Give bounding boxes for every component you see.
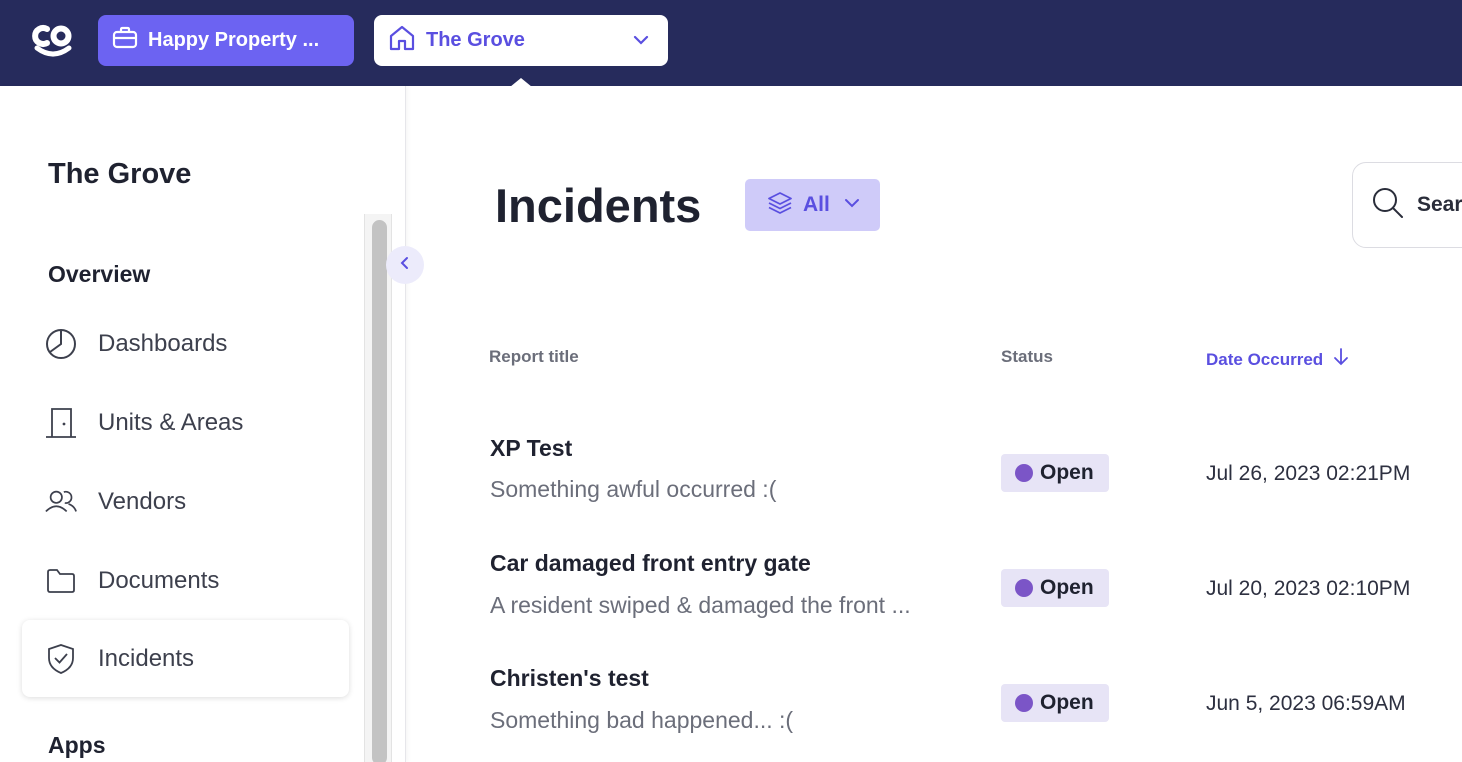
date-occurred: Jun 5, 2023 06:59AM bbox=[1206, 692, 1406, 715]
apps-heading: Apps bbox=[48, 732, 106, 758]
status-label: Open bbox=[1040, 576, 1094, 599]
chevron-left-icon bbox=[398, 256, 412, 275]
sidebar-item-label: Documents bbox=[98, 566, 220, 594]
filter-dropdown[interactable]: All bbox=[745, 179, 880, 231]
sidebar-item-label: Units & Areas bbox=[98, 408, 244, 436]
sidebar-item-incidents[interactable]: Incidents bbox=[22, 620, 349, 697]
status-badge: Open bbox=[1001, 454, 1109, 492]
filter-label: All bbox=[803, 193, 830, 216]
chevron-down-icon bbox=[632, 31, 650, 54]
column-header-label: Date Occurred bbox=[1206, 349, 1324, 369]
report-description: Something awful occurred :( bbox=[490, 476, 777, 502]
column-header-status[interactable]: Status bbox=[1001, 347, 1053, 367]
sidebar-item-units-areas[interactable]: Units & Areas bbox=[22, 384, 349, 461]
report-title: Christen's test bbox=[490, 665, 649, 691]
overview-heading: Overview bbox=[48, 261, 151, 287]
date-occurred: Jul 26, 2023 02:21PM bbox=[1206, 462, 1411, 485]
scrollbar-thumb[interactable] bbox=[372, 220, 387, 762]
column-header-date-occurred[interactable]: Date Occurred bbox=[1206, 347, 1349, 372]
status-dot-icon bbox=[1015, 694, 1033, 712]
collapse-sidebar-button[interactable] bbox=[386, 246, 424, 284]
status-dot-icon bbox=[1015, 464, 1033, 482]
brand-logo-icon[interactable] bbox=[30, 18, 76, 60]
status-badge: Open bbox=[1001, 684, 1109, 722]
report-title: Car damaged front entry gate bbox=[490, 550, 811, 576]
property-name: The Grove bbox=[426, 29, 525, 51]
selector-pointer bbox=[510, 78, 532, 87]
search-input[interactable] bbox=[1417, 193, 1462, 217]
status-label: Open bbox=[1040, 691, 1094, 714]
home-icon bbox=[388, 24, 416, 57]
layers-icon bbox=[767, 190, 793, 221]
sidebar-title: The Grove bbox=[48, 158, 192, 190]
users-icon bbox=[44, 485, 78, 519]
status-badge: Open bbox=[1001, 569, 1109, 607]
chevron-down-icon bbox=[844, 195, 860, 216]
search-icon bbox=[1371, 186, 1405, 225]
status-dot-icon bbox=[1015, 579, 1033, 597]
column-header-report-title[interactable]: Report title bbox=[489, 347, 579, 367]
sidebar: The Grove Overview Dashboards Units & Ar… bbox=[0, 86, 406, 762]
report-description: Something bad happened... :( bbox=[490, 707, 794, 733]
sidebar-item-dashboards[interactable]: Dashboards bbox=[22, 305, 349, 382]
sidebar-item-label: Vendors bbox=[98, 487, 187, 515]
report-title: XP Test bbox=[490, 435, 573, 461]
date-occurred: Jul 20, 2023 02:10PM bbox=[1206, 577, 1411, 600]
page-title: Incidents bbox=[495, 179, 702, 232]
arrow-down-icon bbox=[1333, 347, 1349, 372]
organization-name: Happy Property ... bbox=[148, 29, 320, 51]
organization-switcher-button[interactable]: Happy Property ... bbox=[98, 15, 354, 66]
briefcase-icon bbox=[112, 26, 138, 55]
report-description: A resident swiped & damaged the front ..… bbox=[490, 592, 911, 618]
sidebar-item-vendors[interactable]: Vendors bbox=[22, 463, 349, 540]
folder-icon bbox=[44, 564, 78, 598]
sidebar-item-label: Dashboards bbox=[98, 329, 228, 357]
door-icon bbox=[44, 406, 78, 440]
status-label: Open bbox=[1040, 461, 1094, 484]
sidebar-item-documents[interactable]: Documents bbox=[22, 542, 349, 619]
search-box[interactable] bbox=[1352, 162, 1462, 248]
top-bar: Happy Property ... The Grove bbox=[0, 0, 1462, 87]
sidebar-item-label: Incidents bbox=[98, 644, 195, 672]
pie-chart-icon bbox=[44, 327, 78, 361]
property-selector[interactable]: The Grove bbox=[374, 15, 668, 66]
sidebar-scrollbar[interactable] bbox=[364, 214, 392, 762]
shield-check-icon bbox=[44, 642, 78, 676]
